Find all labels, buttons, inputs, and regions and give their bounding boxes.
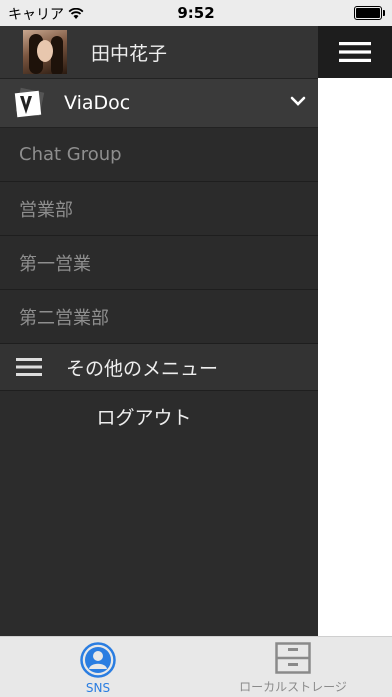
group-label: 第二営業部 — [19, 307, 109, 329]
chevron-down-icon[interactable] — [288, 91, 308, 111]
org-selector[interactable]: ViaDoc — [0, 79, 318, 128]
hamburger-icon — [16, 358, 42, 376]
person-circle-icon — [80, 642, 116, 678]
group-item-chat-group[interactable]: Chat Group — [0, 128, 318, 182]
status-bar: キャリア 9:52 — [0, 0, 392, 26]
profile-row[interactable]: 田中花子 — [0, 26, 318, 79]
group-item-sales-1[interactable]: 第一営業 — [0, 236, 318, 290]
tab-label: ローカルストレージ — [239, 680, 347, 694]
logout-button[interactable]: ログアウト — [0, 391, 318, 441]
menu-toggle-icon[interactable] — [339, 41, 371, 63]
avatar — [23, 30, 67, 74]
group-label: 営業部 — [19, 199, 73, 221]
tab-sns[interactable]: SNS — [48, 637, 148, 697]
main-content — [318, 26, 392, 636]
clock: 9:52 — [177, 4, 215, 22]
other-menu-row[interactable]: その他のメニュー — [0, 344, 318, 391]
battery-icon — [354, 6, 385, 20]
viadoc-logo-icon — [14, 87, 45, 118]
logout-label: ログアウト — [96, 406, 192, 429]
cabinet-icon — [275, 642, 311, 674]
org-name: ViaDoc — [64, 92, 131, 114]
profile-name: 田中花子 — [91, 42, 168, 65]
sidebar: 田中花子 ViaDoc Chat Group 営業部 第一営業 第二営業部 その… — [0, 26, 318, 636]
group-item-sales-2[interactable]: 第二営業部 — [0, 290, 318, 344]
group-label: 第一営業 — [19, 253, 91, 275]
main-top-bar — [318, 26, 392, 78]
group-label: Chat Group — [19, 144, 122, 165]
other-menu-label: その他のメニュー — [66, 357, 219, 380]
group-item-sales[interactable]: 営業部 — [0, 182, 318, 236]
tab-bar: SNS ローカルストレージ — [0, 636, 392, 697]
tab-local-storage[interactable]: ローカルストレージ — [218, 637, 368, 697]
tab-label: SNS — [85, 681, 111, 695]
